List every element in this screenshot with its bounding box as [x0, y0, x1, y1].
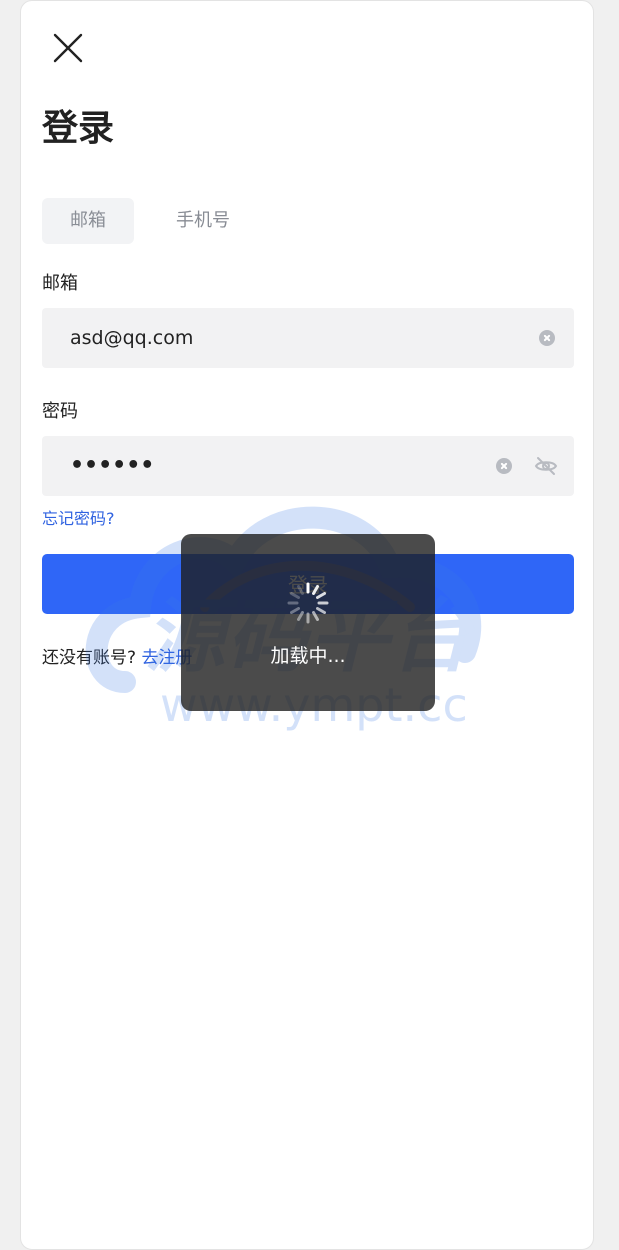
eye-off-icon[interactable]	[534, 454, 558, 478]
tab-email[interactable]: 邮箱	[42, 198, 134, 244]
clear-password-icon[interactable]	[496, 458, 512, 474]
password-label: 密码	[42, 401, 78, 422]
password-field[interactable]: ••••••	[70, 436, 154, 496]
login-method-tabs: 邮箱 手机号	[42, 198, 258, 244]
close-icon	[53, 33, 83, 63]
clear-email-icon[interactable]	[539, 330, 555, 346]
loading-toast: 加载中...	[181, 534, 435, 711]
email-field-container	[42, 308, 574, 368]
tab-phone[interactable]: 手机号	[148, 198, 258, 244]
register-row: 还没有账号? 去注册	[42, 645, 192, 671]
password-field-container: ••••••	[42, 436, 574, 496]
close-button[interactable]	[51, 31, 85, 65]
email-field[interactable]	[70, 308, 450, 368]
forgot-password-link[interactable]: 忘记密码?	[42, 506, 115, 532]
register-prompt: 还没有账号?	[42, 648, 137, 668]
email-label: 邮箱	[42, 273, 78, 294]
page-title: 登录	[42, 108, 115, 149]
spinner-icon	[287, 582, 329, 624]
loading-text: 加载中...	[270, 645, 346, 667]
